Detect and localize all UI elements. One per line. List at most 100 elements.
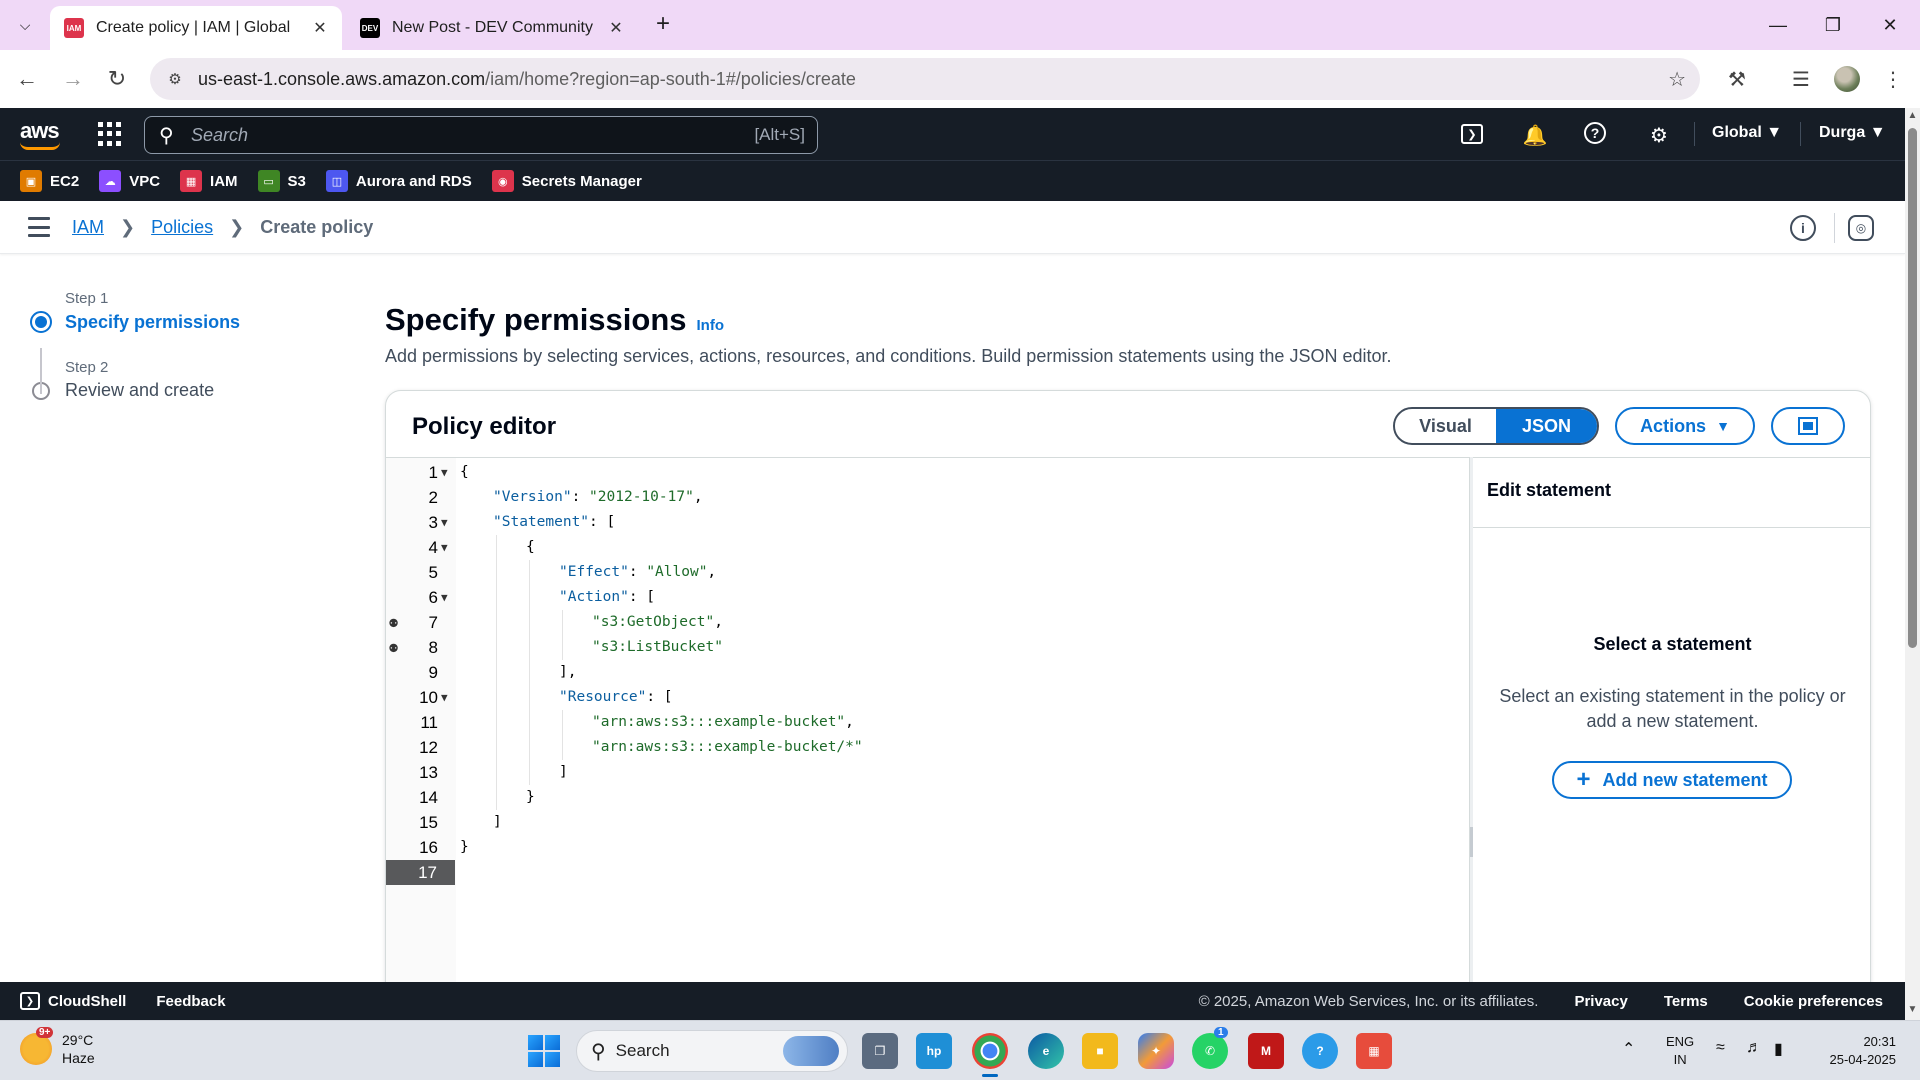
chrome-icon[interactable]	[972, 1033, 1008, 1077]
battery-icon[interactable]: ▮	[1774, 1039, 1783, 1059]
visual-mode-button[interactable]: Visual	[1395, 409, 1496, 443]
reload-icon[interactable]: ↻	[102, 64, 132, 94]
fold-caret-icon[interactable]: ▼	[441, 535, 448, 560]
mcafee-icon[interactable]: M	[1248, 1033, 1284, 1069]
favorite-iam[interactable]: ▦ IAM	[180, 170, 238, 192]
info-panel-icon[interactable]: i	[1790, 215, 1816, 241]
minimize-icon[interactable]: —	[1760, 10, 1796, 40]
code-line[interactable]: 15]	[386, 810, 1469, 835]
code-line[interactable]: 3 ▼ "Statement": [	[386, 510, 1469, 535]
services-grid-icon[interactable]	[98, 122, 122, 146]
code-line[interactable]: 7 ⚉ "s3:GetObject",	[386, 610, 1469, 635]
system-clock[interactable]: 20:31 25-04-2025	[1816, 1033, 1897, 1069]
whatsapp-icon[interactable]: ✆ 1	[1192, 1027, 1228, 1069]
breadcrumb-iam[interactable]: IAM	[72, 217, 104, 238]
browser-menu-icon[interactable]: ⋮	[1878, 64, 1908, 94]
fold-caret-icon[interactable]: ▼	[441, 510, 448, 535]
toggle-side-panel-button[interactable]	[1771, 407, 1845, 445]
add-new-statement-button[interactable]: + Add new statement	[1552, 761, 1792, 799]
aws-search-input[interactable]: ⚲ Search [Alt+S]	[144, 116, 818, 154]
notifications-bell-icon[interactable]: 🔔	[1522, 122, 1548, 148]
code-line[interactable]: 10 ▼ "Resource": [	[386, 685, 1469, 710]
favorite-secrets-manager[interactable]: ◉ Secrets Manager	[491, 170, 642, 192]
media-queue-icon[interactable]: ☰	[1786, 64, 1816, 94]
code-line[interactable]: 5 "Effect": "Allow",	[386, 560, 1469, 585]
fold-caret-icon[interactable]: ▼	[441, 685, 448, 710]
lightbulb-hint-icon[interactable]: ⚉	[389, 635, 398, 660]
close-tab-icon[interactable]: ✕	[604, 16, 628, 40]
file-explorer-icon[interactable]: ■	[1082, 1033, 1118, 1069]
code-line[interactable]: 17	[386, 860, 1469, 885]
windows-start-icon[interactable]	[528, 1035, 560, 1067]
info-link[interactable]: Info	[697, 317, 725, 334]
lightbulb-hint-icon[interactable]: ⚉	[389, 610, 398, 635]
region-selector[interactable]: Global ▼	[1712, 124, 1782, 142]
edge-icon[interactable]: e	[1028, 1033, 1064, 1069]
code-line[interactable]: 8 ⚉ "s3:ListBucket"	[386, 635, 1469, 660]
account-menu[interactable]: Durga ▼	[1819, 124, 1886, 142]
close-window-icon[interactable]: ✕	[1872, 10, 1908, 40]
new-tab-plus-icon[interactable]: +	[650, 12, 676, 38]
favorite-s3[interactable]: ▭ S3	[257, 170, 306, 192]
fold-caret-icon[interactable]: ▼	[441, 585, 448, 610]
task-view-icon[interactable]: ❐	[862, 1033, 898, 1069]
back-arrow-icon[interactable]: ←	[12, 64, 42, 94]
fold-caret-icon[interactable]: ▼	[441, 460, 448, 485]
privacy-link[interactable]: Privacy	[1574, 993, 1627, 1010]
code-line[interactable]: 16}	[386, 835, 1469, 860]
page-scrollbar[interactable]: ▲ ▼	[1905, 108, 1920, 1020]
feedback-link[interactable]: Feedback	[156, 993, 225, 1010]
aws-logo[interactable]: aws	[20, 118, 64, 150]
tab-create-policy[interactable]: IAM Create policy | IAM | Global ✕	[50, 6, 342, 50]
help-app-icon[interactable]: ?	[1302, 1033, 1338, 1069]
site-info-icon[interactable]: ⚙	[164, 70, 186, 88]
code-line[interactable]: 2 "Version": "2012-10-17",	[386, 485, 1469, 510]
code-line[interactable]: 13]	[386, 760, 1469, 785]
code-line[interactable]: 12 "arn:aws:s3:::example-bucket/*"	[386, 735, 1469, 760]
tab-dev-community[interactable]: DEV New Post - DEV Community ✕	[346, 6, 638, 50]
scrollbar-thumb[interactable]	[1908, 128, 1917, 648]
actions-dropdown-button[interactable]: Actions ▼	[1615, 407, 1755, 445]
tools-panel-icon[interactable]: ◎	[1848, 215, 1874, 241]
volume-icon[interactable]: ♬	[1746, 1039, 1762, 1057]
json-mode-button[interactable]: JSON	[1496, 409, 1597, 443]
microsoft-store-icon[interactable]: ▦	[1356, 1033, 1392, 1069]
address-bar[interactable]: ⚙ us-east-1.console.aws.amazon.com/iam/h…	[150, 58, 1700, 100]
tab-search-chevron-icon[interactable]: ⌵	[10, 10, 40, 40]
code-line[interactable]: 4 ▼ {	[386, 535, 1469, 560]
help-icon[interactable]: ?	[1584, 122, 1606, 144]
favorite-aurora-rds[interactable]: ◫ Aurora and RDS	[325, 170, 472, 192]
restore-icon[interactable]: ❐	[1815, 10, 1851, 40]
terms-link[interactable]: Terms	[1664, 993, 1708, 1010]
forward-arrow-icon[interactable]: →	[58, 64, 88, 94]
search-shortcut: [Alt+S]	[754, 125, 805, 144]
side-nav-menu-icon[interactable]	[28, 217, 50, 237]
close-tab-icon[interactable]: ✕	[308, 16, 332, 40]
mylhp-app-icon[interactable]: hp	[916, 1033, 952, 1069]
language-indicator[interactable]: ENG IN	[1666, 1033, 1694, 1069]
breadcrumb-policies[interactable]: Policies	[151, 217, 213, 238]
favorite-ec2[interactable]: ▣ EC2	[20, 170, 79, 192]
copilot-icon[interactable]: ✦	[1138, 1033, 1174, 1069]
taskbar-search[interactable]: ⚲ Search	[576, 1030, 848, 1072]
wizard-step-1[interactable]: Step 1 Specify permissions	[30, 290, 330, 333]
favorite-vpc[interactable]: ☁ VPC	[99, 170, 160, 192]
cookie-preferences-link[interactable]: Cookie preferences	[1744, 993, 1883, 1010]
extensions-puzzle-icon[interactable]: ⚒	[1722, 64, 1752, 94]
cloudshell-button[interactable]: ❯ CloudShell	[20, 992, 126, 1010]
settings-gear-icon[interactable]: ⚙	[1646, 122, 1672, 148]
code-line[interactable]: 6 ▼ "Action": [	[386, 585, 1469, 610]
wifi-icon[interactable]: ≈	[1716, 1039, 1725, 1057]
scroll-down-icon[interactable]: ▼	[1906, 1004, 1919, 1016]
cloudshell-icon[interactable]: ❯	[1461, 124, 1483, 144]
code-line[interactable]: 11 "arn:aws:s3:::example-bucket",	[386, 710, 1469, 735]
tray-overflow-chevron-icon[interactable]: ⌃	[1622, 1039, 1635, 1059]
code-line[interactable]: 14}	[386, 785, 1469, 810]
profile-avatar[interactable]	[1834, 66, 1860, 92]
weather-widget[interactable]: 9+ 29°C Haze	[20, 1027, 95, 1067]
url-text[interactable]: us-east-1.console.aws.amazon.com/iam/hom…	[198, 69, 856, 90]
code-line[interactable]: 9],	[386, 660, 1469, 685]
scroll-up-icon[interactable]: ▲	[1906, 110, 1919, 122]
bookmark-star-icon[interactable]: ☆	[1668, 67, 1686, 92]
code-line[interactable]: 1 ▼ {	[386, 460, 1469, 485]
